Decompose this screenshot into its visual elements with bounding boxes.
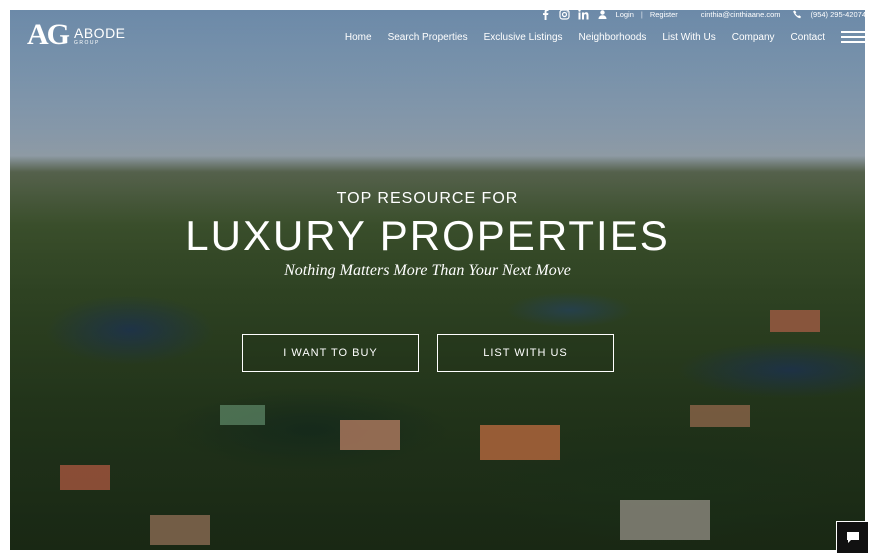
aerial-scenery [60,310,820,545]
login-register-divider: | [640,9,643,19]
phone-icon [792,8,804,20]
linkedin-icon[interactable] [578,8,590,20]
nav-home[interactable]: Home [345,32,372,43]
email-link[interactable]: cinthia@cinthiaane.com [701,10,781,19]
hero-tagline: Nothing Matters More Than Your Next Move [284,262,571,279]
instagram-icon[interactable] [559,8,571,20]
facebook-icon[interactable] [540,8,552,20]
register-link[interactable]: Register [650,10,678,19]
list-with-us-button[interactable]: LIST WITH US [437,334,614,372]
menu-icon[interactable] [841,31,865,43]
nav-company[interactable]: Company [732,32,775,43]
want-to-buy-button[interactable]: I WANT TO BUY [242,334,419,372]
nav-search-properties[interactable]: Search Properties [388,32,468,43]
hero-pretitle: TOP RESOURCE FOR [336,190,519,207]
phone-link[interactable]: (954) 295-42074 [811,10,866,19]
main-nav: Home Search Properties Exclusive Listing… [329,32,825,43]
nav-exclusive-listings[interactable]: Exclusive Listings [484,32,563,43]
nav-contact[interactable]: Contact [791,32,825,43]
utility-bar: Login | Register cinthia@cinthiaane.com … [540,8,866,20]
nav-list-with-us[interactable]: List With Us [662,32,715,43]
nav-neighborhoods[interactable]: Neighborhoods [579,32,647,43]
user-icon [597,8,609,20]
chat-icon[interactable] [836,521,869,554]
logo-name: ABODE [74,24,126,41]
login-link[interactable]: Login [616,10,634,19]
hero-background [10,10,865,550]
logo-monogram: AG [27,18,70,51]
hero-title: LUXURY PROPERTIES [185,212,670,259]
hero-cta-group: I WANT TO BUY LIST WITH US [242,334,614,372]
site-logo[interactable]: AG ABODE GROUP [27,18,126,52]
logo-subtitle: GROUP [74,39,100,46]
hero-headline: TOP RESOURCE FOR LUXURY PROPERTIES Nothi… [0,190,855,280]
